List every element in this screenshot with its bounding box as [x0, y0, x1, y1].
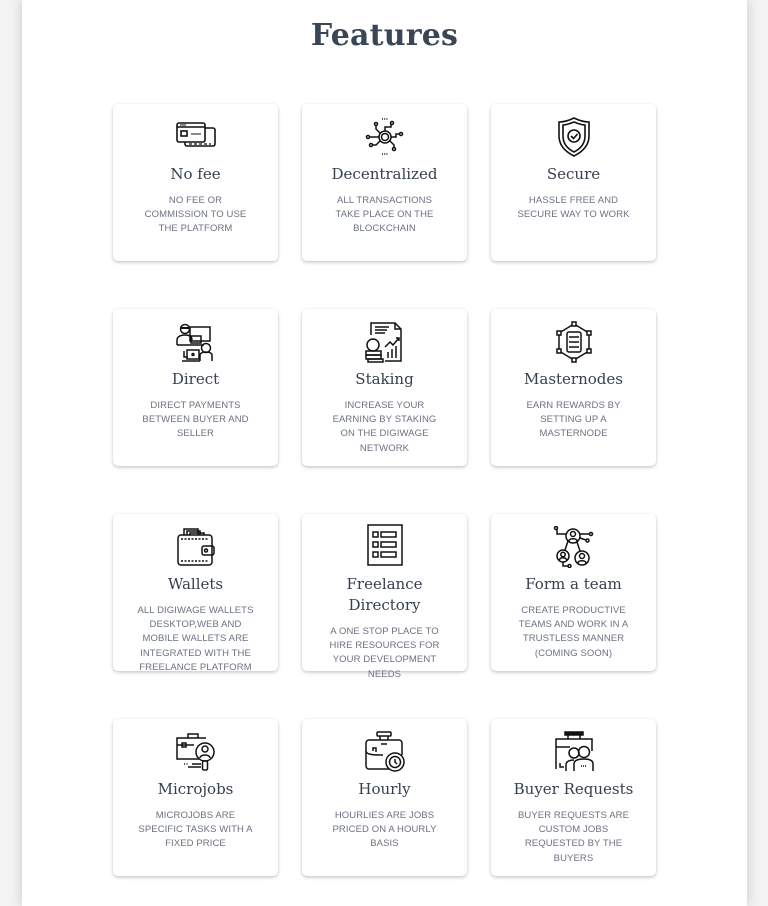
feature-description: MICROJOBS ARE SPECIFIC TASKS WITH A FIXE…	[138, 810, 253, 850]
briefcase-clock-icon	[363, 731, 407, 773]
feature-card-hourly: Hourly HOURLIES ARE JOBS PRICED ON A HOU…	[302, 719, 467, 876]
feature-title: No fee	[170, 165, 221, 183]
feature-title: Secure	[546, 165, 601, 183]
feature-title: Form a team	[525, 575, 622, 593]
feature-card-decentralized: Decentralized ALL TRANSACTIONS TAKE PLAC…	[302, 104, 467, 261]
feature-description: HASSLE FREE AND SECURE WAY TO WORK	[517, 195, 630, 221]
circuit-chip-icon	[363, 116, 407, 158]
buyer-seller-laptops-icon	[174, 321, 218, 363]
feature-title: Buyer Requests	[513, 780, 634, 798]
feature-description: INCREASE YOUR EARNING BY STAKING ON THE …	[332, 400, 437, 454]
briefcase-users-icon	[552, 731, 596, 773]
briefcase-search-user-icon	[174, 731, 218, 773]
feature-title: Direct	[171, 370, 220, 388]
feature-title: Decentralized	[331, 165, 438, 183]
features-page: Features No fee NO FEE OR COMMISSION TO …	[22, 0, 747, 906]
coins-chart-report-icon	[363, 321, 407, 363]
feature-description: ALL TRANSACTIONS TAKE PLACE ON THE BLOCK…	[335, 195, 434, 235]
feature-title: Microjobs	[157, 780, 234, 798]
feature-card-microjobs: Microjobs MICROJOBS ARE SPECIFIC TASKS W…	[113, 719, 278, 876]
feature-title: Hourly	[358, 780, 411, 798]
feature-description: DIRECT PAYMENTS BETWEEN BUYER AND SELLER	[142, 400, 249, 440]
feature-title: Staking	[355, 370, 414, 388]
feature-card-buyer-requests: Buyer Requests BUYER REQUESTS ARE CUSTOM…	[491, 719, 656, 876]
feature-card-secure: Secure HASSLE FREE AND SECURE WAY TO WOR…	[491, 104, 656, 261]
feature-card-no-fee: No fee NO FEE OR COMMISSION TO USE THE P…	[113, 104, 278, 261]
feature-title: Wallets	[167, 575, 224, 593]
feature-card-direct: Direct DIRECT PAYMENTS BETWEEN BUYER AND…	[113, 309, 278, 466]
directory-list-icon	[363, 524, 407, 568]
feature-description: A ONE STOP PLACE TO HIRE RESOURCES FOR Y…	[329, 626, 440, 680]
feature-description: BUYER REQUESTS ARE CUSTOM JOBS REQUESTED…	[517, 810, 630, 864]
feature-card-freelance-directory: Freelance Directory A ONE STOP PLACE TO …	[302, 514, 467, 680]
feature-card-form-a-team: Form a team CREATE PRODUCTIVE TEAMS AND …	[491, 514, 656, 671]
feature-description: NO FEE OR COMMISSION TO USE THE PLATFORM	[144, 195, 247, 235]
feature-title: Freelance Directory	[346, 575, 423, 614]
feature-title: Masternodes	[524, 370, 623, 388]
server-network-icon	[552, 321, 596, 363]
feature-card-staking: Staking INCREASE YOUR EARNING BY STAKING…	[302, 309, 467, 466]
feature-description: EARN REWARDS BY SETTING UP A MASTERNODE	[526, 400, 621, 440]
feature-card-masternodes: Masternodes EARN REWARDS BY SETTING UP A…	[491, 309, 656, 466]
feature-card-wallets: Wallets ALL DIGIWAGE WALLETS DESKTOP,WEB…	[113, 514, 278, 673]
feature-description: HOURLIES ARE JOBS PRICED ON A HOURLY BAS…	[332, 810, 437, 850]
credit-cards-icon	[174, 116, 218, 158]
team-network-icon	[552, 526, 596, 568]
feature-description: CREATE PRODUCTIVE TEAMS AND WORK IN A TR…	[518, 605, 629, 659]
wallet-icon	[174, 526, 218, 568]
section-title: Features	[310, 18, 459, 53]
feature-description: ALL DIGIWAGE WALLETS DESKTOP,WEB AND MOB…	[137, 605, 254, 673]
shield-check-icon	[552, 116, 596, 158]
